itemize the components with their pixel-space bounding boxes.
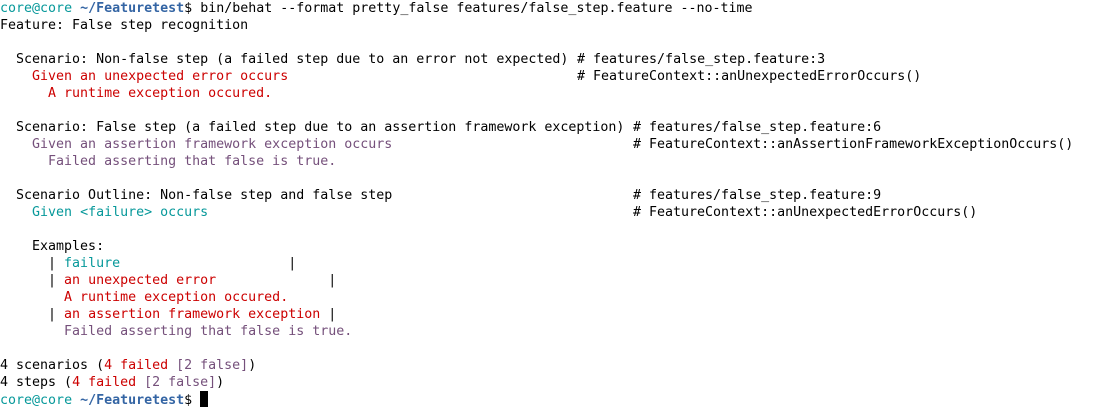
prompt-host: core: [40, 1, 73, 16]
prompt-user: core: [0, 1, 33, 16]
examples-pipe-right: |: [320, 307, 337, 322]
examples-row-1: | an unexpected error |: [0, 272, 336, 289]
summary-scenarios-false: [2 false]: [168, 358, 249, 373]
examples-header-row: | failure |: [0, 255, 296, 272]
summary-steps: 4 steps (4 failed [2 false]): [0, 374, 224, 391]
text-cursor[interactable]: [200, 391, 209, 407]
summary-steps-suffix: ): [216, 375, 225, 390]
summary-scenarios-suffix: ): [248, 358, 257, 373]
examples-row-1-cell: an unexpected error: [64, 273, 217, 288]
examples-row-1-message: A runtime exception occured.: [0, 290, 289, 305]
terminal-window[interactable]: core@core ~/Featuretest$ bin/behat --for…: [0, 0, 1114, 418]
examples-pipe-right: |: [280, 256, 297, 271]
summary-steps-failed: 4 failed: [72, 375, 137, 390]
scenario-outline-definition: # FeatureContext::anUnexpectedErrorOccur…: [633, 205, 978, 220]
scenario-1-message: A runtime exception occured.: [0, 86, 273, 101]
prompt-line[interactable]: core@core ~/Featuretest$: [0, 391, 209, 408]
scenario-2-definition: # FeatureContext::anAssertionFrameworkEx…: [633, 137, 1074, 152]
prompt-user: core: [0, 393, 33, 408]
examples-row-2: | an assertion framework exception |: [0, 306, 336, 323]
summary-steps-false: [2 false]: [136, 375, 217, 390]
prompt-at: @: [32, 1, 41, 16]
summary-scenarios-prefix: 4 scenarios (: [0, 358, 105, 373]
prompt-dollar: $: [184, 1, 201, 16]
examples-pipe-right: |: [320, 273, 337, 288]
examples-row-1-pad: [216, 273, 320, 288]
outline-step-param: <failure>: [80, 205, 153, 220]
scenario-2-title: Scenario: False step (a failed step due …: [0, 120, 625, 135]
prompt-path: ~/Featuretest: [80, 393, 185, 408]
scenario-1-location: # features/false_step.feature:3: [577, 52, 826, 67]
summary-scenarios: 4 scenarios (4 failed [2 false]): [0, 357, 256, 374]
summary-scenarios-failed: 4 failed: [104, 358, 169, 373]
outline-step-suffix: occurs: [152, 205, 209, 220]
prompt-path: ~/Featuretest: [80, 1, 185, 16]
scenario-2-step: Given an assertion framework exception o…: [0, 137, 393, 152]
prompt-at: @: [32, 393, 41, 408]
summary-steps-prefix: 4 steps (: [0, 375, 73, 390]
examples-header-cell: failure: [64, 256, 121, 271]
examples-header-pad: [120, 256, 280, 271]
examples-row-2-message: Failed asserting that false is true.: [0, 324, 353, 339]
command-text: bin/behat --format pretty_false features…: [200, 1, 753, 16]
examples-pipe-left: |: [0, 273, 65, 288]
scenario-outline-title: Scenario Outline: Non-false step and fal…: [0, 188, 393, 203]
prompt-dollar: $: [184, 393, 201, 408]
scenario-2-message: Failed asserting that false is true.: [0, 154, 337, 169]
outline-step-prefix: Given: [0, 205, 81, 220]
scenario-2-location: # features/false_step.feature:6: [633, 120, 882, 135]
scenario-1-step: Given an unexpected error occurs: [0, 69, 289, 84]
examples-pipe-left: |: [0, 307, 65, 322]
command-line: core@core ~/Featuretest$ bin/behat --for…: [0, 0, 753, 17]
examples-pipe-left: |: [0, 256, 65, 271]
feature-title: Feature: False step recognition: [0, 18, 249, 33]
prompt-host: core: [40, 393, 73, 408]
scenario-outline-step: Given <failure> occurs: [0, 204, 208, 221]
examples-label: Examples:: [0, 239, 105, 254]
scenario-1-title: Scenario: Non-false step (a failed step …: [0, 52, 569, 67]
examples-row-2-cell: an assertion framework exception: [64, 307, 321, 322]
scenario-1-definition: # FeatureContext::anUnexpectedErrorOccur…: [577, 69, 922, 84]
scenario-outline-location: # features/false_step.feature:9: [633, 188, 882, 203]
